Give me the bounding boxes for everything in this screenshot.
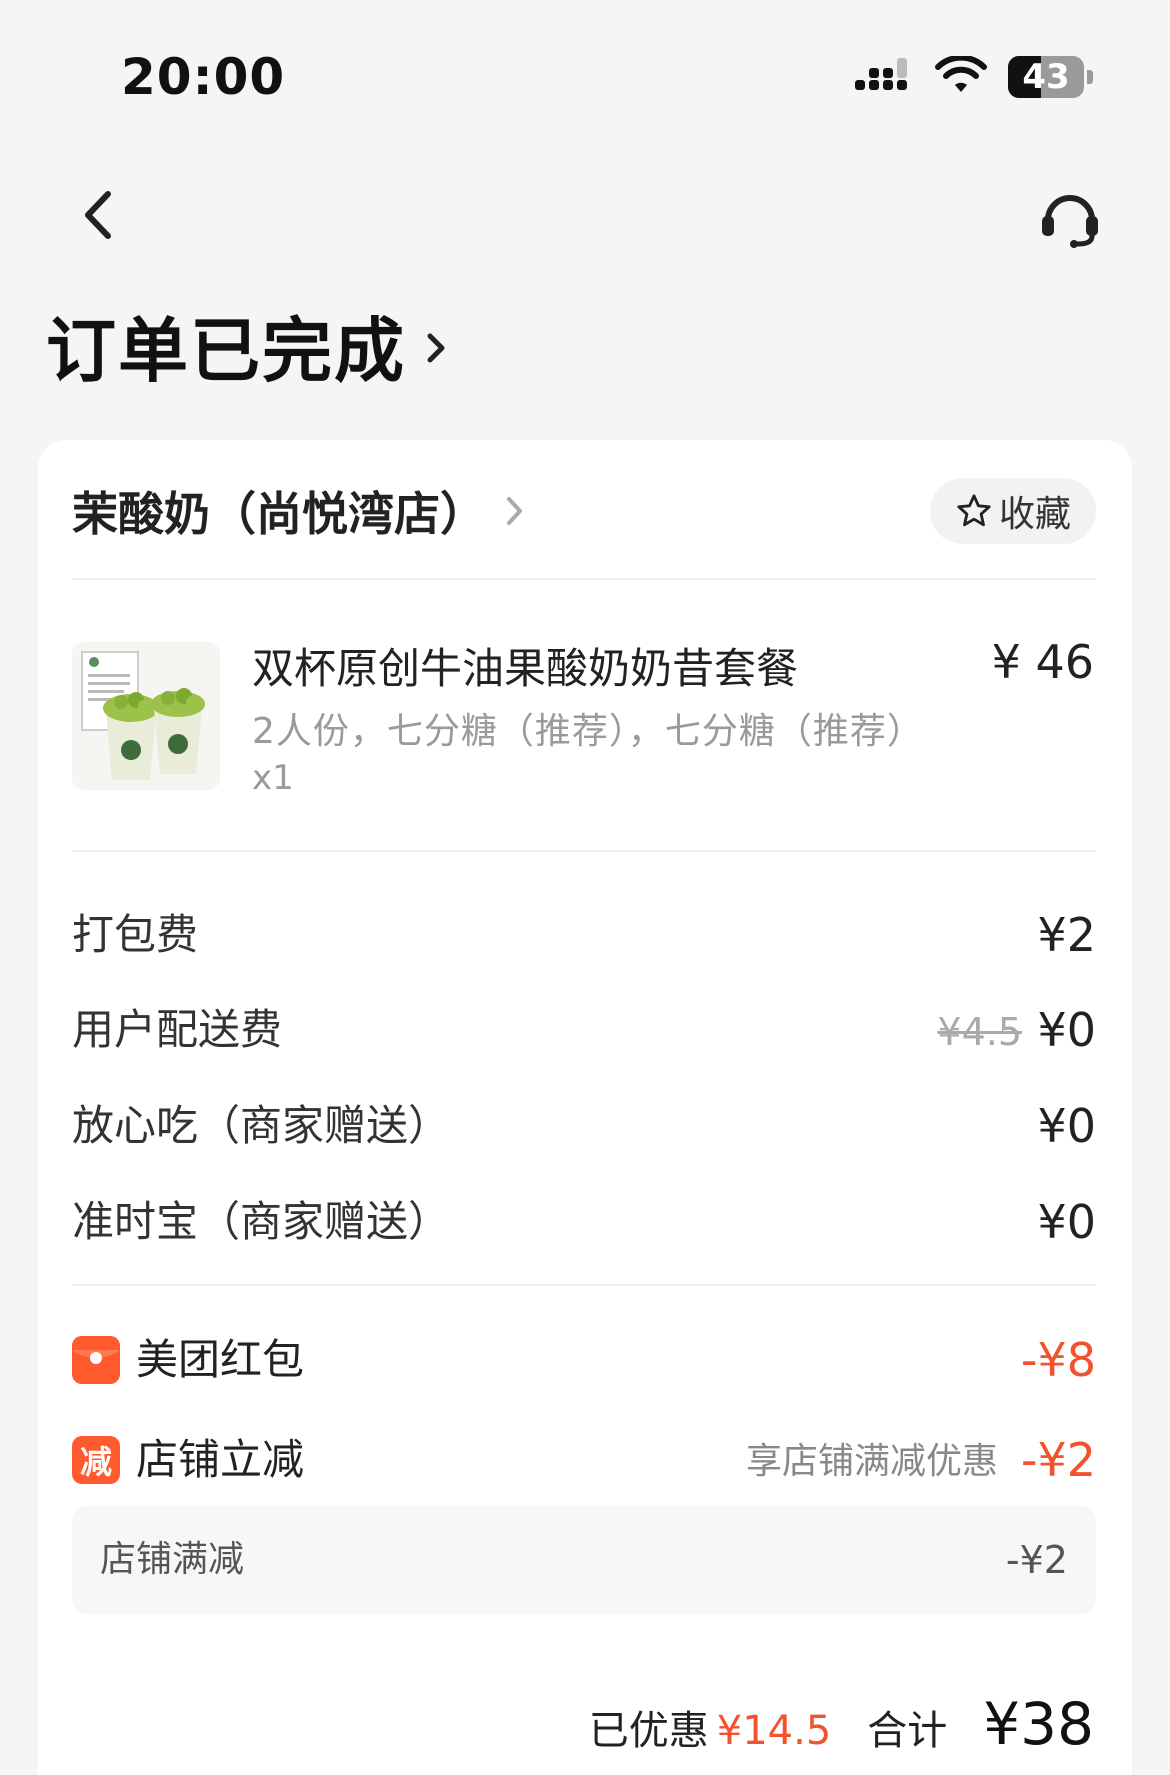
star-outline-icon [957, 494, 991, 527]
order-total-row: 已优惠 ¥14.5 合计 ¥38 [589, 1690, 1094, 1770]
customer-service-button[interactable] [1038, 186, 1102, 250]
fee-original-price: ¥4.5 [937, 1010, 1022, 1054]
order-status[interactable]: 订单已完成 [46, 305, 448, 392]
product-image[interactable] [72, 642, 220, 790]
wifi-icon [935, 56, 987, 92]
fee-row-on-time: 准时宝（商家赠送） ¥0 [72, 1192, 1096, 1252]
discount-row-red-packet: 美团红包 -¥8 [72, 1328, 1096, 1392]
divider [72, 578, 1096, 580]
fee-value: ¥2 [1037, 908, 1096, 962]
headset-icon [1042, 195, 1098, 248]
chevron-right-icon [427, 333, 445, 363]
discount-detail-value: -¥2 [1005, 1538, 1068, 1582]
total-label: 合计 [867, 1708, 948, 1754]
total-value: ¥38 [983, 1690, 1094, 1758]
store-name: 茉酸奶（尚悦湾店） [72, 487, 486, 541]
order-status-title: 订单已完成 [46, 309, 406, 392]
order-card: 茉酸奶（尚悦湾店） 收藏 双杯原创牛油果酸奶奶昔套餐 ¥ 46 2人份，七分糖（… [38, 440, 1132, 1775]
saved-label: 已优惠 [588, 1708, 709, 1754]
favorite-label: 收藏 [998, 494, 1071, 535]
fee-row-food-safety: 放心吃（商家赠送） ¥0 [72, 1096, 1096, 1156]
divider [72, 1284, 1096, 1286]
fee-label: 放心吃（商家赠送） [72, 1101, 451, 1150]
fee-label: 打包费 [72, 910, 199, 959]
discount-label: 美团红包 [136, 1335, 305, 1384]
product-price: ¥ 46 [991, 635, 1094, 689]
nav-bar [0, 170, 1170, 260]
fee-value: ¥0 [1037, 1195, 1096, 1249]
signal-icon [855, 58, 907, 90]
discount-note: 享店铺满减优惠 [745, 1441, 998, 1482]
chevron-left-icon [85, 191, 111, 239]
discount-value: -¥2 [1020, 1433, 1096, 1487]
product-specs: 2人份，七分糖（推荐），七分糖（推荐） [252, 711, 924, 752]
discount-value: -¥8 [1020, 1333, 1096, 1387]
status-bar: 20:00 43 [0, 0, 1170, 150]
discount-label: 店铺立减 [136, 1435, 305, 1484]
favorite-button[interactable]: 收藏 [930, 478, 1096, 544]
battery-icon: 43 [1008, 56, 1093, 100]
discount-detail-label: 店铺满减 [100, 1539, 245, 1580]
fee-value: ¥0 [1037, 1099, 1096, 1153]
fee-row-packing: 打包费 ¥2 [72, 905, 1096, 965]
fee-row-delivery: 用户配送费 ¥4.5 ¥0 [72, 1000, 1096, 1060]
store-link[interactable]: 茉酸奶（尚悦湾店） [72, 476, 526, 546]
chevron-right-icon [507, 497, 522, 525]
product-quantity: x1 [252, 758, 294, 798]
product-name: 双杯原创牛油果酸奶奶昔套餐 [252, 644, 799, 693]
saved-value: ¥14.5 [716, 1708, 832, 1754]
back-button[interactable] [70, 180, 130, 250]
product-photo [72, 642, 220, 790]
status-time: 20:00 [121, 48, 286, 106]
reduction-badge-icon: 减 [72, 1436, 120, 1484]
discount-row-store-reduction[interactable]: 减 店铺立减 享店铺满减优惠 -¥2 [72, 1428, 1096, 1492]
red-packet-icon [72, 1336, 120, 1384]
fee-label: 准时宝（商家赠送） [72, 1197, 451, 1246]
battery-level: 43 [1022, 57, 1070, 97]
discount-detail-box: 店铺满减 -¥2 [72, 1506, 1096, 1614]
fee-value: ¥0 [1037, 1003, 1096, 1057]
divider [72, 850, 1096, 852]
fee-label: 用户配送费 [72, 1005, 283, 1054]
